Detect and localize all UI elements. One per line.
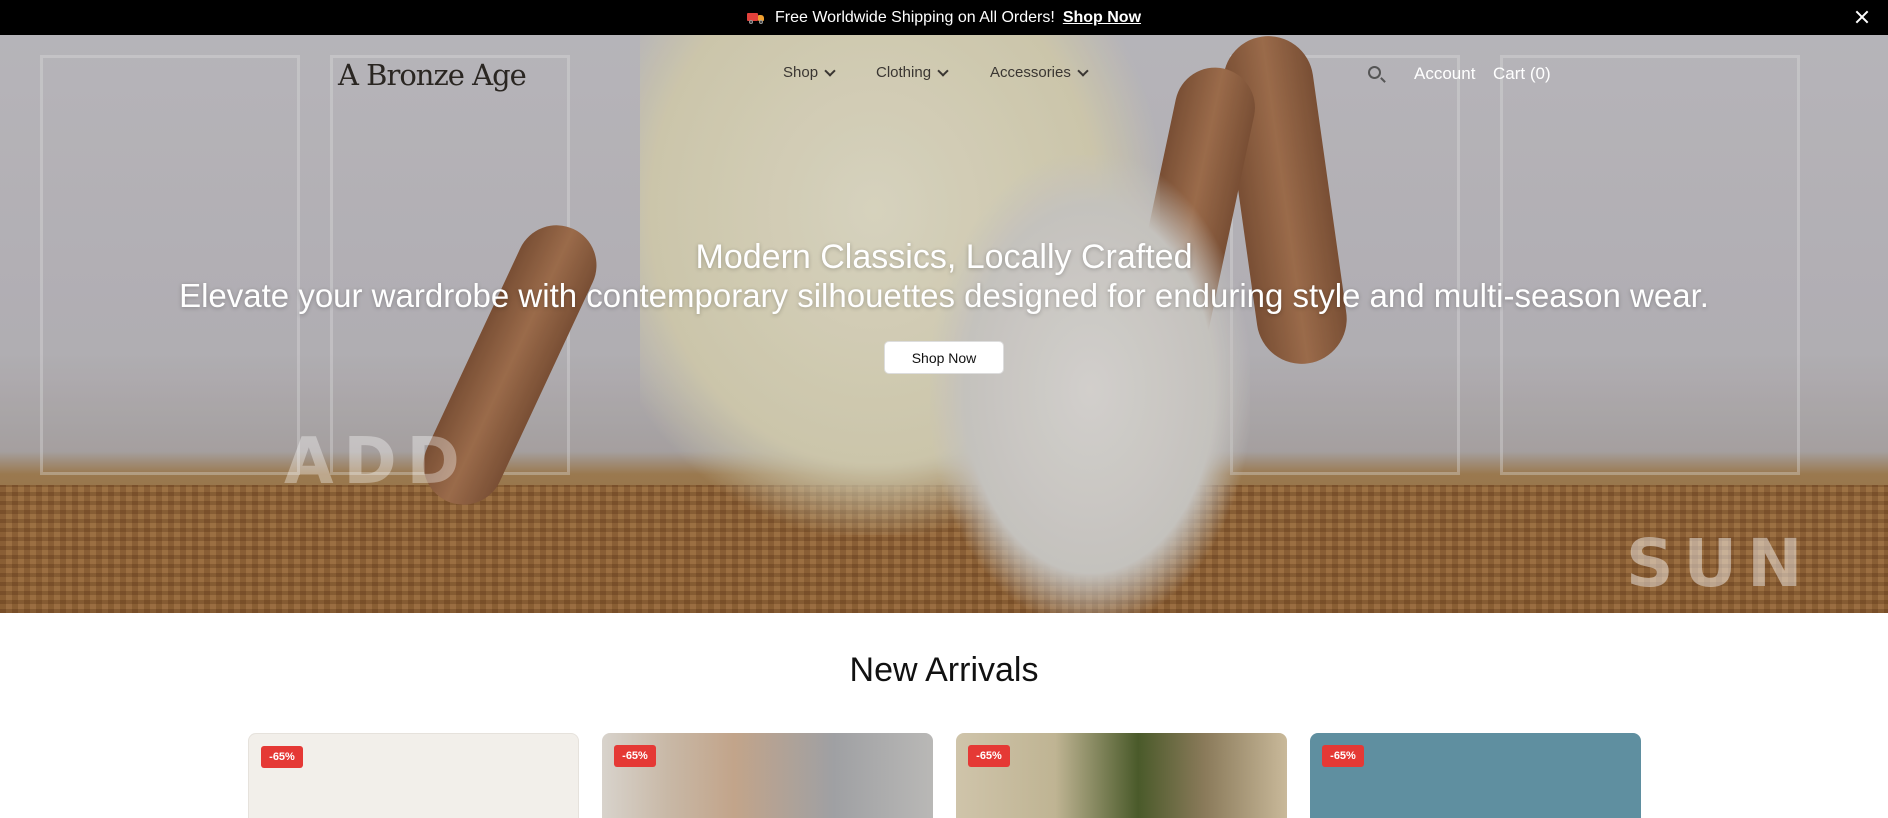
account-link[interactable]: Account bbox=[1414, 64, 1475, 84]
truck-icon bbox=[746, 12, 765, 24]
discount-badge: -65% bbox=[968, 745, 1010, 767]
announcement-text: Free Worldwide Shipping on All Orders! bbox=[774, 8, 1055, 26]
chevron-down-icon bbox=[937, 64, 949, 77]
hero-subtitle: Elevate your wardrobe with contemporary … bbox=[179, 277, 1709, 314]
new-arrivals-title: New Arrivals bbox=[849, 651, 1039, 689]
hero-banner: ADD SUN bbox=[0, 35, 1888, 613]
nav-shop[interactable]: Shop bbox=[783, 64, 836, 81]
discount-badge: -65% bbox=[261, 746, 303, 768]
discount-badge: -65% bbox=[1322, 745, 1364, 767]
hero-background-word: SUN bbox=[1626, 525, 1813, 602]
nav-label: Accessories bbox=[990, 64, 1071, 81]
chevron-down-icon bbox=[824, 64, 836, 77]
site-logo[interactable]: A Bronze Age bbox=[338, 58, 527, 92]
hero-shop-now-button[interactable]: Shop Now bbox=[884, 341, 1004, 374]
nav-label: Clothing bbox=[876, 64, 932, 81]
nav-label: Shop bbox=[783, 64, 819, 81]
product-card[interactable]: -65% bbox=[1310, 733, 1641, 818]
hero-title: Modern Classics, Locally Crafted bbox=[695, 238, 1193, 276]
product-card[interactable]: -65% bbox=[956, 733, 1287, 818]
nav-accessories[interactable]: Accessories bbox=[990, 64, 1089, 81]
close-icon[interactable] bbox=[1852, 7, 1872, 27]
cart-link[interactable]: Cart (0) bbox=[1493, 64, 1551, 84]
announcement-bar: Free Worldwide Shipping on All Orders! S… bbox=[0, 0, 1888, 35]
announcement-shop-now-link[interactable]: Shop Now bbox=[1063, 9, 1141, 27]
chevron-down-icon bbox=[1077, 64, 1089, 77]
nav-clothing[interactable]: Clothing bbox=[876, 64, 949, 81]
product-card[interactable]: -65% bbox=[602, 733, 933, 818]
search-icon[interactable] bbox=[1368, 66, 1386, 84]
product-card[interactable]: -65% bbox=[248, 733, 579, 818]
discount-badge: -65% bbox=[614, 745, 656, 767]
hero-background-word: ADD bbox=[284, 425, 470, 499]
